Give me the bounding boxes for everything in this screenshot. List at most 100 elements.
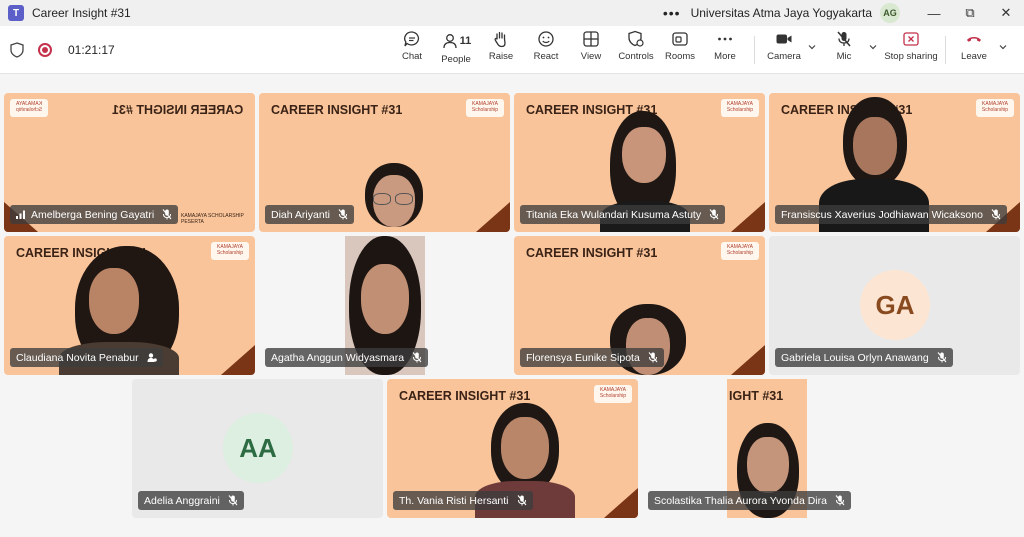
participant-tile[interactable]: KAMAJAYA Scholarship CAREER INSIGHT #31 … — [4, 93, 255, 232]
more-label: More — [714, 51, 736, 62]
leave-label: Leave — [961, 51, 987, 62]
mic-off-icon — [937, 352, 947, 363]
participant-nameplate: Fransiscus Xaverius Jodhiawan Wicaksono — [775, 205, 1007, 224]
mic-options-chevron-down-icon[interactable] — [868, 42, 878, 52]
participant-name: Fransiscus Xaverius Jodhiawan Wicaksono — [781, 208, 983, 221]
kamajaya-logo: KAMAJAYA Scholarship — [466, 99, 504, 117]
account-avatar[interactable]: AG — [880, 3, 900, 23]
participant-tile[interactable]: CAREER INSIGHT #31 KAMAJAYA Scholarship … — [4, 236, 255, 375]
camera-label: Camera — [767, 51, 801, 62]
participant-tile[interactable]: AA Adelia Anggraini — [132, 379, 383, 518]
rooms-icon — [672, 32, 688, 46]
participant-tile[interactable]: CAREER INSIGHT #31 KAMAJAYA Scholarship … — [259, 93, 510, 232]
toolbar-divider — [945, 36, 946, 64]
close-window-button[interactable]: ✕ — [988, 5, 1024, 21]
mic-off-icon — [517, 495, 526, 506]
banner-text: CAREER INSIGHT #31 — [399, 389, 531, 403]
kamajaya-logo: KAMAJAYA Scholarship — [211, 242, 249, 260]
participant-name: Amelberga Bening Gayatri — [31, 208, 155, 221]
participant-tile[interactable]: CAREER INSIGHT #31 KAMAJAYA Scholarship … — [514, 236, 765, 375]
stop-sharing-icon — [903, 32, 919, 46]
view-button[interactable]: View — [579, 30, 603, 70]
participant-video — [359, 163, 429, 232]
mic-off-icon — [835, 495, 845, 506]
participant-tile[interactable]: CAREER INSIGHT #31 KAMAJAYA Scholarship … — [387, 379, 638, 518]
participant-nameplate: Th. Vania Risti Hersanti — [393, 491, 533, 510]
controls-icon — [628, 30, 644, 47]
participant-nameplate: Adelia Anggraini — [138, 491, 244, 510]
meeting-toolbar: 01:21:17 Chat 11 People Raise React View… — [0, 26, 1024, 74]
banner-text: CAREER INSIGHT #31 — [111, 103, 243, 117]
mic-off-icon — [837, 31, 851, 47]
shield-icon[interactable] — [10, 42, 24, 58]
record-icon — [38, 43, 52, 57]
mic-off-icon — [412, 352, 422, 363]
view-icon — [583, 31, 599, 47]
mic-button[interactable]: Mic — [832, 30, 856, 70]
stop-sharing-button[interactable]: Stop sharing — [884, 30, 938, 70]
leave-options-chevron-down-icon[interactable] — [998, 42, 1008, 52]
chat-label: Chat — [401, 51, 423, 62]
participant-name: Agatha Anggun Widyasmara — [271, 351, 405, 364]
participant-tile[interactable]: Agatha Anggun Widyasmara — [259, 236, 510, 375]
react-button[interactable]: React — [534, 30, 558, 70]
title-bar: T Career Insight #31 ••• Universitas Atm… — [0, 0, 1024, 26]
view-label: View — [580, 51, 602, 62]
meeting-timer: 01:21:17 — [68, 43, 115, 57]
controls-label: Controls — [618, 51, 654, 62]
rooms-button[interactable]: Rooms — [665, 30, 695, 70]
more-button[interactable]: More — [713, 30, 737, 70]
decorative-triangle — [731, 345, 765, 375]
controls-button[interactable]: Controls — [618, 30, 654, 70]
participant-nameplate: Claudiana Novita Penabur — [10, 348, 163, 367]
react-icon — [538, 31, 554, 47]
signal-icon — [16, 210, 25, 219]
organization-name[interactable]: Universitas Atma Jaya Yogyakarta — [691, 6, 872, 20]
leave-icon — [967, 37, 981, 42]
decorative-triangle — [476, 202, 510, 232]
participant-name: Claudiana Novita Penabur — [16, 351, 139, 364]
participant-name: Scolastika Thalia Aurora Yvonda Dira — [654, 494, 827, 507]
participant-nameplate: Agatha Anggun Widyasmara — [265, 348, 429, 367]
participant-tile[interactable]: CAREER INSIGHT #31 KAMAJAYA Scholarship … — [769, 93, 1020, 232]
react-label: React — [533, 51, 559, 62]
banner-text: IGHT #31 — [729, 389, 784, 403]
window-title: Career Insight #31 — [32, 6, 131, 20]
minimize-button[interactable]: — — [916, 6, 952, 21]
banner-text: CAREER INSIGHT #31 — [271, 103, 403, 117]
participant-tile[interactable]: CAREER INSIGHT #31 KAMAJAYA Scholarship … — [514, 93, 765, 232]
mic-off-icon — [709, 209, 719, 220]
banner-text: CAREER INSIGHT #31 — [526, 246, 658, 260]
more-options-icon[interactable]: ••• — [663, 5, 681, 21]
raise-hand-icon — [494, 31, 506, 48]
people-button[interactable]: 11 People — [438, 30, 474, 70]
mic-off-icon — [228, 495, 238, 506]
participant-tile[interactable]: GA Gabriela Louisa Orlyn Anawang — [769, 236, 1020, 375]
camera-button[interactable]: Camera — [767, 30, 801, 70]
more-icon — [718, 37, 732, 41]
participant-name: Diah Ariyanti — [271, 208, 330, 221]
stop-sharing-label: Stop sharing — [884, 51, 938, 62]
people-count: 11 — [459, 34, 472, 47]
participant-avatar: GA — [860, 270, 930, 340]
people-speaking-icon — [147, 353, 157, 362]
participant-avatar: AA — [223, 413, 293, 483]
participant-tile[interactable]: IGHT #31 Scolastika Thalia Aurora Yvonda… — [642, 379, 893, 518]
participant-nameplate: Florensya Eunike Sipota — [520, 348, 664, 367]
kamajaya-logo: KAMAJAYA Scholarship — [976, 99, 1014, 117]
mic-off-icon — [991, 209, 1001, 220]
restore-button[interactable]: ⧉ — [952, 5, 988, 21]
people-icon — [443, 33, 457, 48]
people-label: People — [441, 54, 471, 65]
camera-icon — [776, 34, 792, 44]
participant-nameplate: Gabriela Louisa Orlyn Anawang — [775, 348, 953, 367]
chat-button[interactable]: Chat — [400, 30, 424, 70]
camera-options-chevron-down-icon[interactable] — [807, 42, 817, 52]
kamajaya-logo: KAMAJAYA Scholarship — [594, 385, 632, 403]
leave-button[interactable]: Leave — [961, 30, 987, 70]
raise-hand-button[interactable]: Raise — [489, 30, 513, 70]
participant-name: Adelia Anggraini — [144, 494, 220, 507]
decorative-triangle — [731, 202, 765, 232]
toolbar-divider — [754, 36, 755, 64]
participant-name: Gabriela Louisa Orlyn Anawang — [781, 351, 929, 364]
